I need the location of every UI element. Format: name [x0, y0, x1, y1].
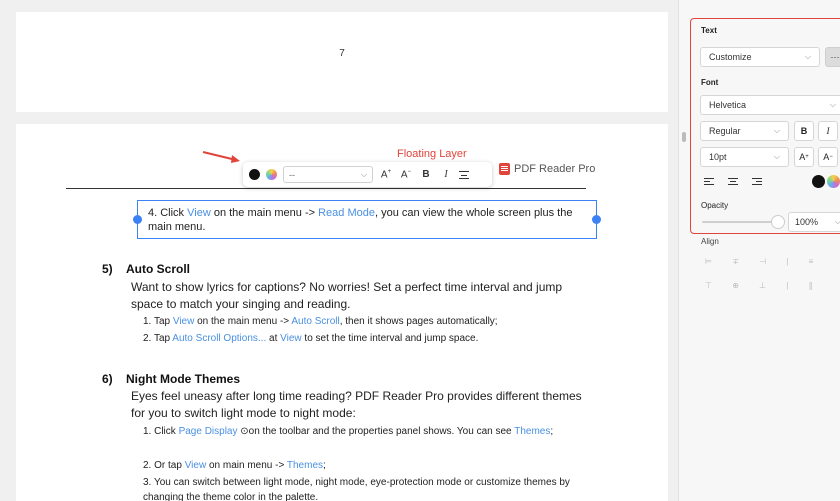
chevron-down-icon: ⌵	[773, 126, 780, 135]
color-picker-icon[interactable]	[266, 169, 277, 180]
panel-increase-font-button[interactable]: A +	[794, 147, 814, 167]
align-center-icon[interactable]	[728, 178, 738, 186]
pdf-reader-logo-icon	[499, 163, 510, 175]
font-section-label: Font	[701, 78, 719, 87]
panel-color-picker-icon[interactable]	[827, 175, 840, 188]
decrease-font-button[interactable]: A−	[399, 169, 413, 180]
text-section-label: Text	[701, 26, 717, 35]
list-item: 2. Tap Auto Scroll Options... at View to…	[143, 333, 479, 344]
align-horizontal-buttons[interactable]: ⊨ ∓ ⊣ | ≡	[705, 257, 822, 266]
list-item: 3. You can switch between light mode, ni…	[143, 477, 570, 501]
resize-handle-right[interactable]	[592, 215, 601, 224]
chevron-down-icon: ⌵	[360, 169, 367, 179]
font-select[interactable]: -- ⌵	[283, 166, 373, 183]
floating-layer-annotation: Floating Layer	[397, 148, 467, 160]
font-select-value: --	[289, 169, 295, 180]
annotation-arrow-icon	[202, 151, 240, 163]
header-brand: PDF Reader Pro	[499, 163, 595, 175]
panel-color-black-swatch[interactable]	[812, 175, 825, 188]
align-left-icon[interactable]	[704, 178, 714, 186]
list-item: 1. Click Page Display ⊙on the toolbar an…	[143, 426, 554, 437]
chevron-down-icon: ⌵	[834, 217, 840, 226]
list-item: 1. Tap View on the main menu -> Auto Scr…	[143, 316, 498, 327]
more-options-button[interactable]: ···	[825, 47, 840, 67]
page-number: 7	[339, 48, 345, 59]
floating-text-toolbar: -- ⌵ A+ A− B I	[243, 162, 492, 187]
increase-font-button[interactable]: A+	[379, 169, 393, 180]
chevron-down-icon: ⌵	[804, 52, 811, 61]
color-black-swatch[interactable]	[249, 169, 260, 180]
align-vertical-buttons[interactable]: ⊤ ⊕ ⊥ | ∥	[705, 281, 822, 290]
opacity-slider-knob[interactable]	[771, 215, 785, 229]
panel-bold-button[interactable]: B	[794, 121, 814, 141]
selected-text-box[interactable]: 4. Click View on the main menu -> Read M…	[133, 200, 601, 239]
text-style-select[interactable]: Customize ⌵	[700, 47, 820, 67]
opacity-label: Opacity	[701, 201, 729, 210]
opacity-select[interactable]: 100% ⌵	[788, 212, 840, 232]
bold-button[interactable]: B	[419, 169, 433, 180]
font-size-select[interactable]: 10pt ⌵	[700, 147, 789, 167]
italic-button[interactable]: I	[439, 169, 453, 180]
brand-text: PDF Reader Pro	[514, 163, 596, 175]
align-section-label: Align	[701, 237, 719, 246]
selected-text-content[interactable]: 4. Click View on the main menu -> Read M…	[148, 206, 588, 234]
opacity-slider[interactable]	[702, 221, 780, 223]
panel-italic-button[interactable]: I	[818, 121, 838, 141]
list-item: 2. Or tap View on main menu -> Themes;	[143, 460, 326, 471]
align-center-icon[interactable]	[459, 170, 469, 179]
night-mode-paragraph: Eyes feel uneasy after long time reading…	[131, 389, 582, 420]
header-rule	[66, 188, 586, 189]
font-weight-select[interactable]: Regular ⌵	[700, 121, 789, 141]
align-right-icon[interactable]	[752, 178, 762, 186]
resize-handle-left[interactable]	[133, 215, 142, 224]
panel-scrollbar[interactable]	[682, 132, 686, 142]
chevron-down-icon: ⌵	[829, 100, 836, 109]
page-7: 7	[16, 12, 668, 112]
section-title-night-mode: 6) Night Mode Themes	[102, 372, 241, 386]
auto-scroll-paragraph: Want to show lyrics for captions? No wor…	[131, 280, 563, 311]
section-title-auto-scroll: 5) Auto Scroll	[102, 262, 191, 276]
panel-decrease-font-button[interactable]: A −	[818, 147, 838, 167]
font-family-select[interactable]: Helvetica ⌵	[700, 95, 840, 115]
chevron-down-icon: ⌵	[773, 152, 780, 161]
